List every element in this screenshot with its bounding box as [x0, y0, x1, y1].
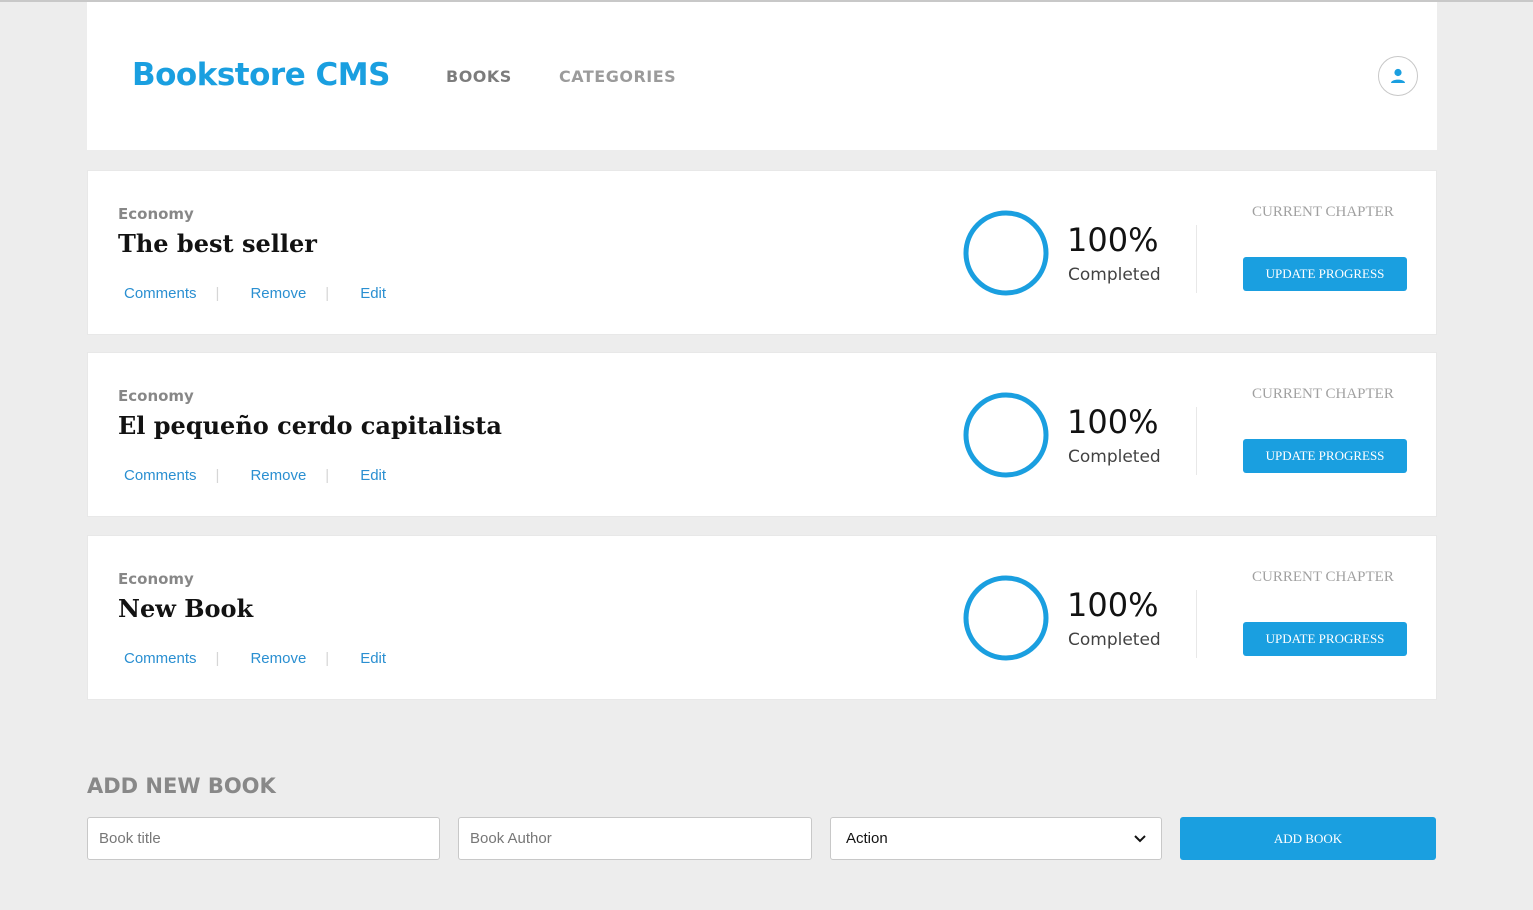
- book-title: El pequeño cerdo capitalista: [118, 411, 502, 440]
- action-divider: |: [215, 650, 220, 667]
- book-category: Economy: [118, 570, 194, 588]
- comments-button[interactable]: Comments: [124, 467, 197, 484]
- book-title-placeholder: Book title: [99, 830, 161, 847]
- remove-button[interactable]: Remove: [250, 650, 306, 667]
- user-avatar-button[interactable]: [1378, 56, 1418, 96]
- book-title: New Book: [118, 594, 254, 623]
- header-panel: Bookstore CMS BOOKS CATEGORIES: [87, 2, 1437, 150]
- edit-button[interactable]: Edit: [360, 467, 386, 484]
- book-title-input[interactable]: Book title: [87, 817, 440, 860]
- book-card: Economy New Book Comments | Remove | Edi…: [87, 535, 1437, 700]
- progress-percent: 100%: [1067, 586, 1159, 624]
- progress-completed-label: Completed: [1068, 630, 1161, 650]
- book-author-placeholder: Book Author: [470, 830, 552, 847]
- card-divider: [1196, 590, 1197, 658]
- book-actions: Comments | Remove | Edit: [124, 285, 386, 302]
- action-divider: |: [325, 467, 330, 484]
- user-icon: [1391, 68, 1405, 83]
- action-divider: |: [215, 285, 220, 302]
- update-progress-button[interactable]: UPDATE PROGRESS: [1243, 622, 1407, 656]
- card-divider: [1196, 225, 1197, 293]
- current-chapter-label: CURRENT CHAPTER: [1252, 569, 1394, 585]
- progress-completed-label: Completed: [1068, 265, 1161, 285]
- card-divider: [1196, 407, 1197, 475]
- action-divider: |: [325, 285, 330, 302]
- book-card: Economy The best seller Comments | Remov…: [87, 170, 1437, 335]
- brand-logo[interactable]: Bookstore CMS: [132, 57, 390, 93]
- progress-percent: 100%: [1067, 403, 1159, 441]
- comments-button[interactable]: Comments: [124, 650, 197, 667]
- category-select-value: Action: [846, 830, 888, 847]
- book-title: The best seller: [118, 229, 317, 258]
- current-chapter-label: CURRENT CHAPTER: [1252, 204, 1394, 220]
- progress-ring: [963, 210, 1049, 296]
- add-book-button[interactable]: ADD BOOK: [1180, 817, 1436, 860]
- book-category: Economy: [118, 387, 194, 405]
- edit-button[interactable]: Edit: [360, 650, 386, 667]
- progress-ring: [963, 392, 1049, 478]
- add-book-heading: ADD NEW BOOK: [87, 774, 276, 798]
- progress-ring-fill: [963, 210, 1049, 296]
- progress-ring-fill: [963, 575, 1049, 661]
- current-chapter-label: CURRENT CHAPTER: [1252, 386, 1394, 402]
- edit-button[interactable]: Edit: [360, 285, 386, 302]
- action-divider: |: [215, 467, 220, 484]
- nav-books[interactable]: BOOKS: [446, 67, 512, 86]
- chevron-down-icon: [1134, 834, 1146, 842]
- update-progress-button[interactable]: UPDATE PROGRESS: [1243, 257, 1407, 291]
- progress-ring: [963, 575, 1049, 661]
- progress-ring-fill: [963, 392, 1049, 478]
- nav-categories[interactable]: CATEGORIES: [559, 67, 676, 86]
- remove-button[interactable]: Remove: [250, 285, 306, 302]
- book-author-input[interactable]: Book Author: [458, 817, 812, 860]
- book-card: Economy El pequeño cerdo capitalista Com…: [87, 352, 1437, 517]
- progress-percent: 100%: [1067, 221, 1159, 259]
- update-progress-button[interactable]: UPDATE PROGRESS: [1243, 439, 1407, 473]
- remove-button[interactable]: Remove: [250, 467, 306, 484]
- book-actions: Comments | Remove | Edit: [124, 467, 386, 484]
- book-category: Economy: [118, 205, 194, 223]
- comments-button[interactable]: Comments: [124, 285, 197, 302]
- progress-completed-label: Completed: [1068, 447, 1161, 467]
- action-divider: |: [325, 650, 330, 667]
- book-actions: Comments | Remove | Edit: [124, 650, 386, 667]
- category-select[interactable]: Action: [830, 817, 1162, 860]
